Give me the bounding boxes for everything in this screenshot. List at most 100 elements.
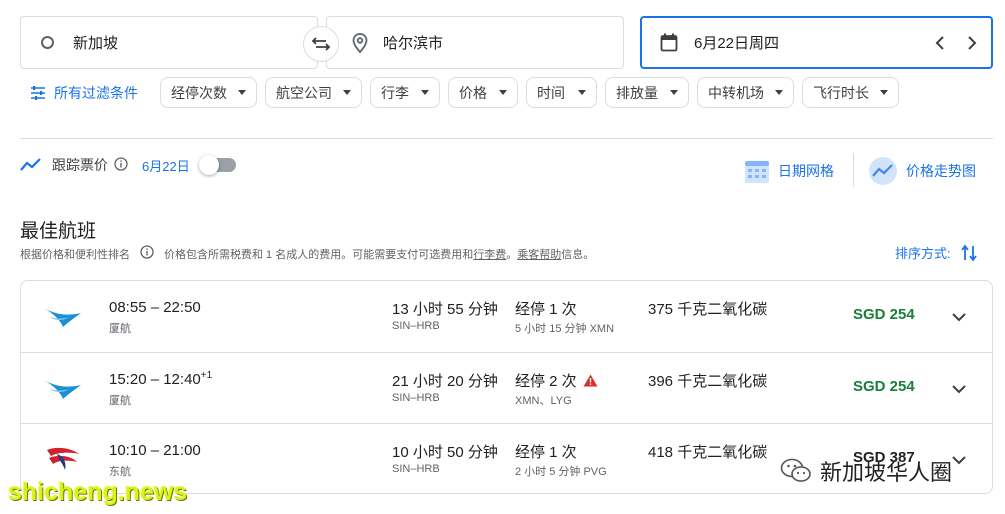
price-note-end: 。 bbox=[506, 248, 518, 261]
expand-button[interactable] bbox=[949, 307, 969, 327]
watermark-shicheng: shicheng.news bbox=[8, 478, 188, 506]
price-graph-icon bbox=[869, 157, 897, 185]
sort-label: 排序方式: bbox=[895, 246, 951, 261]
filter-label: 飞行时长 bbox=[813, 84, 869, 101]
expand-button[interactable] bbox=[949, 379, 969, 399]
flight-times: 15:20 – 12:40+1 bbox=[109, 370, 213, 388]
flight-row[interactable]: 08:55 – 22:50 厦航 13 小时 55 分钟 SIN–HRB 经停 … bbox=[21, 281, 992, 352]
airline-name: 东航 bbox=[109, 466, 131, 478]
china-eastern-logo-icon bbox=[43, 442, 83, 477]
flight-duration: 21 小时 20 分钟 bbox=[392, 373, 498, 390]
all-filters-label: 所有过滤条件 bbox=[54, 85, 138, 101]
filter-label: 价格 bbox=[459, 84, 487, 101]
co2-emissions: 418 千克二氧化碳 bbox=[648, 444, 768, 461]
previous-date-button[interactable] bbox=[931, 35, 949, 50]
warning-icon bbox=[583, 374, 598, 387]
filter-label: 时间 bbox=[537, 84, 565, 101]
ranking-note: 根据价格和便利性排名 价格包含所需税费和 1 名成人的费用。可能需要支付可选费用… bbox=[20, 245, 594, 262]
filter-airlines[interactable]: 航空公司 bbox=[265, 77, 362, 108]
date-grid-button[interactable]: 日期网格 bbox=[744, 156, 834, 186]
flight-route: SIN–HRB bbox=[392, 392, 440, 404]
next-date-button[interactable] bbox=[963, 35, 981, 50]
filter-times[interactable]: 时间 bbox=[526, 77, 597, 108]
price-note-info: 信息。 bbox=[561, 248, 595, 261]
flight-route: SIN–HRB bbox=[392, 320, 440, 332]
sort-button[interactable]: 排序方式: bbox=[895, 243, 977, 262]
flight-times: 10:10 – 21:00 bbox=[109, 442, 201, 459]
price-graph-button[interactable]: 价格走势图 bbox=[868, 156, 976, 186]
co2-emissions: 396 千克二氧化碳 bbox=[648, 373, 768, 390]
flight-stops: 经停 1 次 bbox=[515, 444, 577, 461]
flight-stops: 经停 1 次 bbox=[515, 301, 577, 318]
flight-price: SGD 254 bbox=[853, 306, 915, 323]
chevron-down-icon bbox=[952, 455, 966, 464]
wechat-icon bbox=[780, 458, 811, 482]
origin-value: 新加坡 bbox=[73, 35, 119, 52]
caret-down-icon bbox=[421, 90, 429, 95]
caret-down-icon bbox=[343, 90, 351, 95]
track-prices: 跟踪票价 6月22日 bbox=[20, 153, 236, 177]
chevron-left-icon bbox=[935, 35, 944, 50]
destination-field[interactable]: 哈尔滨市 bbox=[326, 16, 624, 69]
filter-connecting-airports[interactable]: 中转机场 bbox=[697, 77, 794, 108]
divider bbox=[853, 153, 854, 187]
baggage-fees-link[interactable]: 行李费 bbox=[473, 246, 506, 262]
airline-name: 厦航 bbox=[109, 395, 131, 407]
ranking-subtitle: 根据价格和便利性排名 bbox=[20, 248, 130, 261]
date-field[interactable]: 6月22日周四 bbox=[640, 16, 993, 69]
filter-stops[interactable]: 经停次数 bbox=[160, 77, 257, 108]
watermark-wechat: 新加坡华人圈 bbox=[780, 455, 952, 487]
stop-detail: XMN、LYG bbox=[515, 395, 572, 407]
info-icon[interactable] bbox=[140, 245, 154, 262]
info-icon[interactable] bbox=[114, 156, 128, 174]
caret-down-icon bbox=[238, 90, 246, 95]
origin-circle-icon bbox=[21, 36, 73, 49]
flight-times: 08:55 – 22:50 bbox=[109, 299, 201, 316]
stop-detail: 2 小时 5 分钟 PVG bbox=[515, 466, 607, 478]
filter-duration[interactable]: 飞行时长 bbox=[802, 77, 899, 108]
flight-duration: 10 小时 50 分钟 bbox=[392, 444, 498, 461]
filter-bags[interactable]: 行李 bbox=[370, 77, 440, 108]
flight-stops: 经停 2 次 bbox=[515, 370, 598, 391]
filter-price[interactable]: 价格 bbox=[448, 77, 518, 108]
filter-emissions[interactable]: 排放量 bbox=[605, 77, 689, 108]
caret-down-icon bbox=[775, 90, 783, 95]
chevron-down-icon bbox=[952, 312, 966, 321]
divider bbox=[20, 138, 993, 139]
tune-icon bbox=[31, 86, 45, 100]
date-grid-icon bbox=[745, 161, 769, 183]
flight-row[interactable]: 15:20 – 12:40+1 厦航 21 小时 20 分钟 SIN–HRB 经… bbox=[21, 352, 992, 423]
best-flights-title: 最佳航班 bbox=[20, 221, 97, 242]
sort-icon bbox=[960, 244, 977, 261]
location-pin-icon bbox=[337, 32, 383, 53]
calendar-icon bbox=[644, 33, 694, 52]
caret-down-icon bbox=[578, 90, 586, 95]
filter-label: 中转机场 bbox=[708, 84, 764, 101]
caret-down-icon bbox=[670, 90, 678, 95]
track-prices-toggle[interactable] bbox=[198, 155, 236, 175]
filter-label: 行李 bbox=[381, 84, 409, 101]
filter-label: 经停次数 bbox=[171, 84, 227, 101]
swap-icon bbox=[311, 37, 331, 51]
date-grid-label: 日期网格 bbox=[778, 163, 834, 179]
flight-duration: 13 小时 55 分钟 bbox=[392, 301, 498, 318]
airline-name: 厦航 bbox=[109, 323, 131, 335]
origin-field[interactable]: 新加坡 bbox=[20, 16, 318, 69]
xiamen-airlines-logo-icon bbox=[43, 375, 83, 406]
flight-route: SIN–HRB bbox=[392, 463, 440, 475]
track-date: 6月22日 bbox=[142, 158, 190, 174]
chevron-down-icon bbox=[952, 384, 966, 393]
all-filters-button[interactable]: 所有过滤条件 bbox=[30, 78, 138, 108]
track-prices-label: 跟踪票价 bbox=[52, 157, 108, 173]
stop-detail: 5 小时 15 分钟 XMN bbox=[515, 323, 615, 335]
co2-emissions: 375 千克二氧化碳 bbox=[648, 301, 768, 318]
caret-down-icon bbox=[880, 90, 888, 95]
watermark-text: 新加坡华人圈 bbox=[820, 460, 953, 485]
trend-icon bbox=[20, 158, 41, 171]
passenger-help-link[interactable]: 乘客帮助 bbox=[517, 246, 561, 262]
caret-down-icon bbox=[499, 90, 507, 95]
price-note: 价格包含所需税费和 1 名成人的费用。可能需要支付可选费用和 bbox=[164, 248, 474, 261]
xiamen-airlines-logo-icon bbox=[43, 303, 83, 334]
swap-button[interactable] bbox=[303, 26, 339, 62]
flight-price: SGD 254 bbox=[853, 378, 915, 395]
